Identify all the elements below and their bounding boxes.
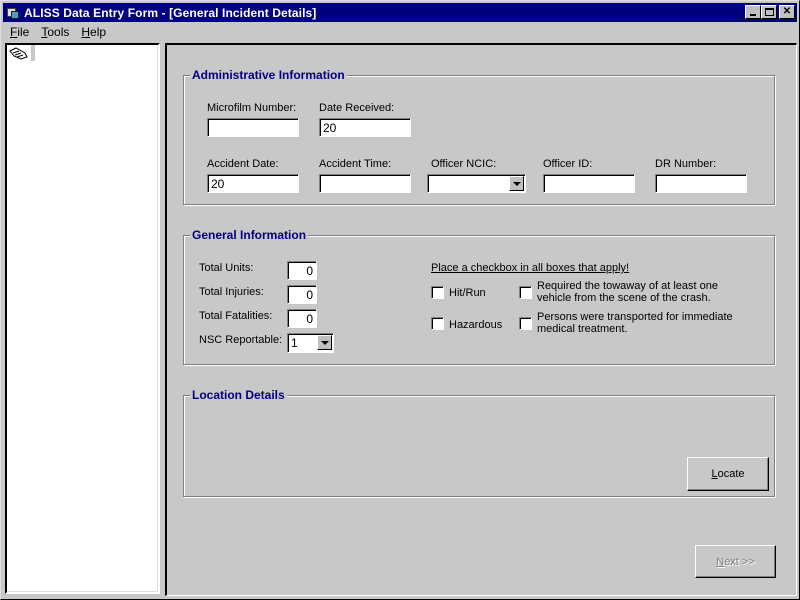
towaway-checkbox[interactable]: [519, 286, 532, 299]
date-received-input[interactable]: [319, 118, 411, 137]
maximize-icon: [765, 8, 774, 16]
next-button[interactable]: Next >>: [695, 545, 776, 578]
officer-ncic-select[interactable]: [427, 174, 526, 193]
menu-bar: File Tools Help: [3, 23, 111, 41]
officer-id-input[interactable]: [543, 174, 635, 193]
minimize-button[interactable]: [745, 5, 761, 19]
nsc-reportable-value: 1: [291, 336, 298, 350]
maximize-button[interactable]: [761, 5, 777, 19]
location-details-title: Location Details: [190, 388, 287, 402]
general-info-title: General Information: [190, 228, 309, 242]
close-icon: ✕: [782, 6, 792, 17]
hit-run-label[interactable]: Hit/Run: [449, 287, 486, 299]
window-title: ALISS Data Entry Form - [General Inciden…: [24, 5, 317, 20]
officer-id-label: Officer ID:: [543, 158, 593, 170]
minimize-icon: [750, 14, 756, 16]
chevron-down-icon[interactable]: [317, 335, 332, 350]
nsc-reportable-label: NSC Reportable:: [199, 334, 283, 346]
dr-number-input[interactable]: [655, 174, 747, 193]
accident-time-input[interactable]: [319, 174, 411, 193]
admin-info-group: Administrative Information Microfilm Num…: [183, 68, 775, 205]
tree-selection: [31, 45, 35, 61]
total-injuries-label: Total Injuries:: [199, 286, 264, 298]
menu-file[interactable]: File: [3, 25, 34, 39]
microfilm-number-label: Microfilm Number:: [207, 102, 297, 114]
total-injuries-input[interactable]: [287, 285, 317, 304]
accident-time-label: Accident Time:: [319, 158, 392, 170]
total-fatalities-input[interactable]: [287, 309, 317, 328]
location-details-group: Location Details Locate: [183, 388, 775, 497]
total-units-input[interactable]: [287, 261, 317, 280]
app-window: ALISS Data Entry Form - [General Inciden…: [0, 0, 800, 600]
title-bar[interactable]: ALISS Data Entry Form - [General Inciden…: [3, 3, 797, 22]
total-units-label: Total Units:: [199, 262, 254, 274]
checkbox-instruction: Place a checkbox in all boxes that apply…: [431, 262, 630, 274]
hazardous-checkbox[interactable]: [431, 317, 444, 330]
transported-label[interactable]: Persons were transported for immediate m…: [537, 311, 733, 335]
close-button[interactable]: ✕: [779, 5, 795, 19]
app-icon: [6, 6, 20, 20]
dr-number-label: DR Number:: [655, 158, 717, 170]
form-panel: Administrative Information Microfilm Num…: [165, 43, 797, 596]
towaway-label[interactable]: Required the towaway of at least one veh…: [537, 280, 718, 304]
hand-pointer-icon[interactable]: [9, 47, 29, 61]
microfilm-number-input[interactable]: [207, 118, 299, 137]
admin-info-title: Administrative Information: [190, 68, 347, 82]
menu-help[interactable]: Help: [74, 25, 111, 39]
hazardous-label[interactable]: Hazardous: [449, 319, 502, 331]
date-received-label: Date Received:: [319, 102, 395, 114]
locate-button[interactable]: Locate: [687, 457, 769, 491]
accident-date-input[interactable]: [207, 174, 299, 193]
officer-ncic-label: Officer NCIC:: [431, 158, 497, 170]
navigation-tree[interactable]: [5, 43, 160, 594]
general-info-group: General Information Total Units: Total I…: [183, 228, 775, 365]
accident-date-label: Accident Date:: [207, 158, 279, 170]
total-fatalities-label: Total Fatalities:: [199, 310, 273, 322]
hit-run-checkbox[interactable]: [431, 286, 444, 299]
chevron-down-icon[interactable]: [509, 176, 524, 191]
transported-checkbox[interactable]: [519, 317, 532, 330]
menu-tools[interactable]: Tools: [34, 25, 74, 39]
nsc-reportable-select[interactable]: 1: [287, 333, 334, 353]
